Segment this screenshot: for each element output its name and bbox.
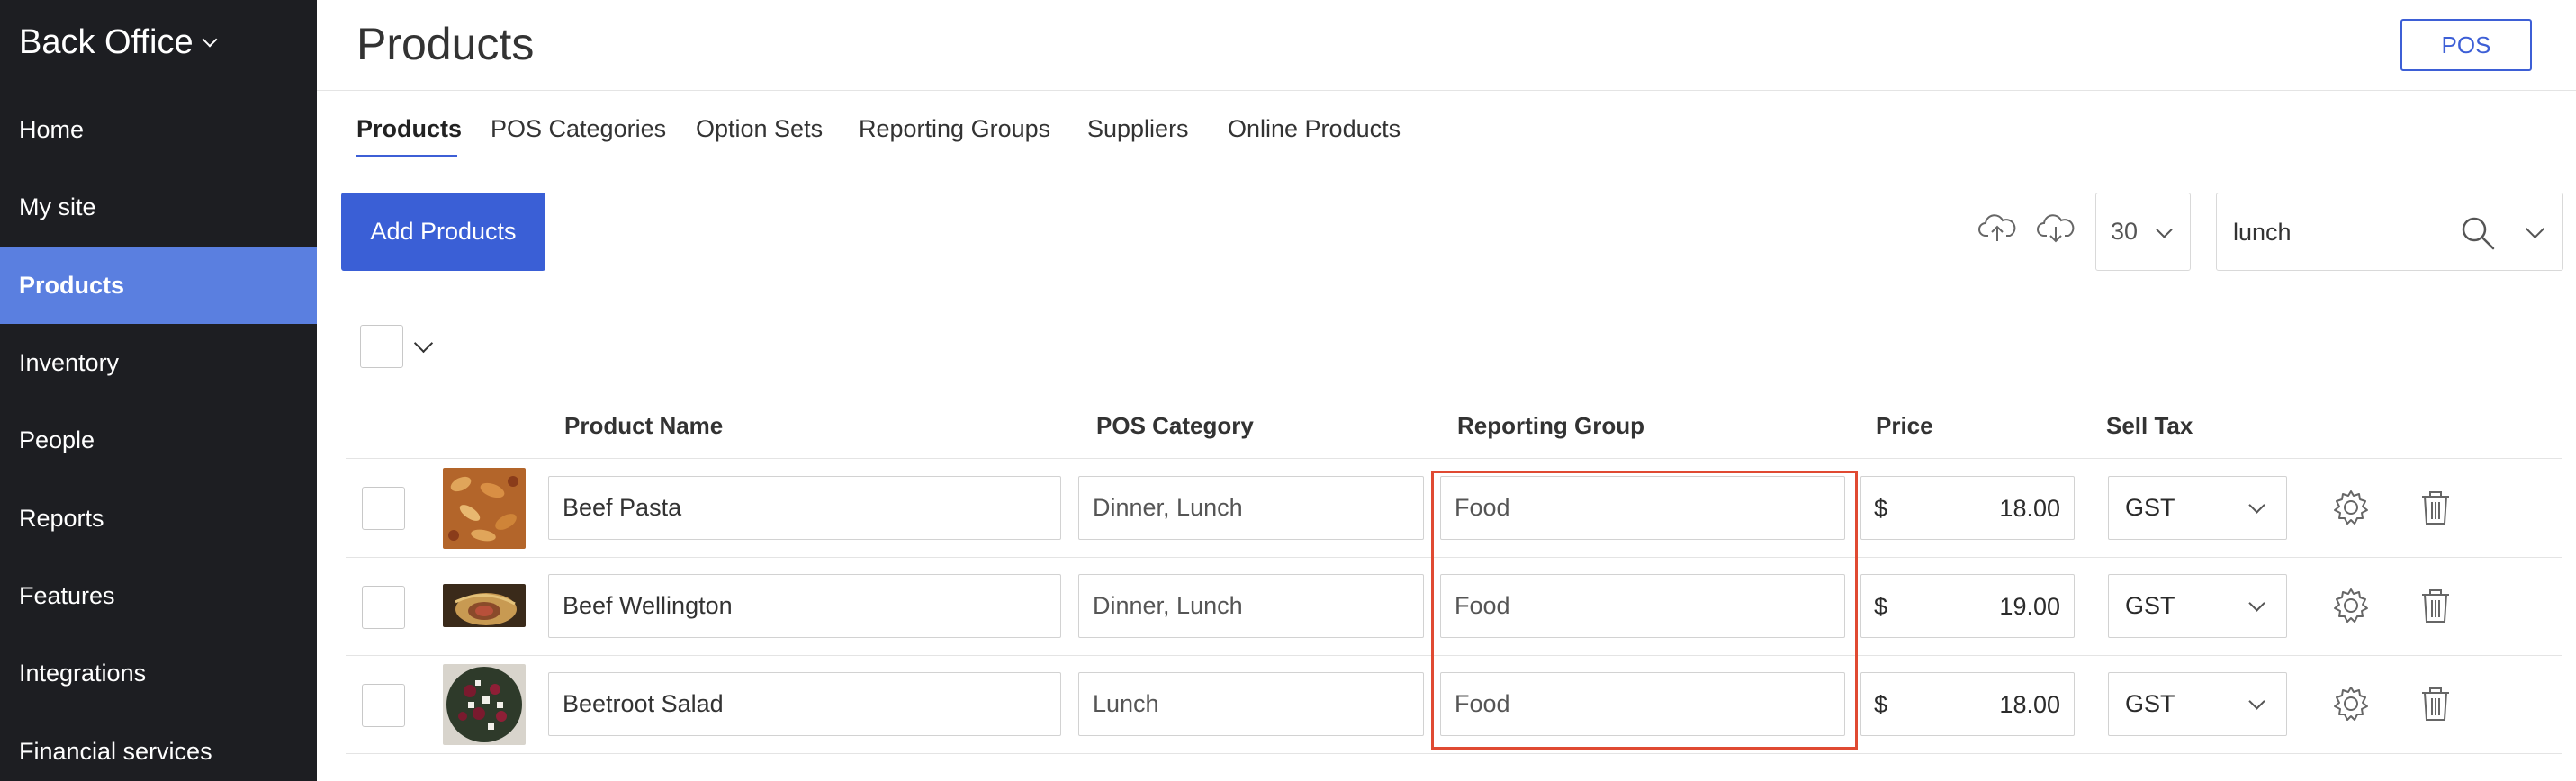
row-checkbox[interactable] bbox=[362, 586, 405, 629]
sidebar-item-home[interactable]: Home bbox=[0, 91, 317, 168]
chevron-down-icon bbox=[2248, 497, 2265, 514]
price-value: 18.00 bbox=[1999, 691, 2060, 718]
currency-symbol: $ bbox=[1874, 495, 1888, 522]
search-icon[interactable] bbox=[2458, 213, 2498, 253]
row-checkbox[interactable] bbox=[362, 684, 405, 727]
product-name-field[interactable]: Beef Pasta bbox=[548, 476, 1061, 540]
sidebar-item-features[interactable]: Features bbox=[0, 557, 317, 634]
search-filter-chevron-icon[interactable] bbox=[2525, 219, 2545, 239]
currency-symbol: $ bbox=[1874, 691, 1888, 718]
active-tab-indicator bbox=[356, 155, 457, 157]
reporting-group-field[interactable]: Food bbox=[1440, 574, 1845, 638]
trash-icon[interactable] bbox=[2416, 684, 2455, 723]
sidebar-item-my-site[interactable]: My site bbox=[0, 168, 317, 246]
trash-icon[interactable] bbox=[2416, 488, 2455, 527]
price-value: 18.00 bbox=[1999, 495, 2060, 522]
currency-symbol: $ bbox=[1874, 593, 1888, 620]
pos-category-field[interactable]: Lunch bbox=[1078, 672, 1424, 736]
product-name-field[interactable]: Beef Wellington bbox=[548, 574, 1061, 638]
page-title: Products bbox=[356, 19, 535, 69]
pos-category-field[interactable]: Dinner, Lunch bbox=[1078, 476, 1424, 540]
per-page-value: 30 bbox=[2111, 218, 2139, 245]
gear-icon[interactable] bbox=[2331, 586, 2371, 625]
trash-icon[interactable] bbox=[2416, 586, 2455, 625]
add-products-button[interactable]: Add Products bbox=[341, 193, 545, 271]
tab-online-products[interactable]: Online Products bbox=[1228, 115, 1401, 143]
search-box bbox=[2216, 193, 2563, 271]
column-header-sell-tax: Sell Tax bbox=[2106, 412, 2193, 439]
price-field[interactable]: $ 18.00 bbox=[1860, 672, 2075, 736]
sell-tax-value: GST bbox=[2125, 690, 2175, 717]
back-office-menu[interactable]: Back Office bbox=[19, 23, 218, 62]
brand-label: Back Office bbox=[19, 23, 194, 61]
column-header-reporting-group: Reporting Group bbox=[1457, 412, 1644, 439]
product-name-field[interactable]: Beetroot Salad bbox=[548, 672, 1061, 736]
table-divider bbox=[346, 458, 2562, 459]
header-divider bbox=[317, 90, 2576, 91]
chevron-down-icon bbox=[2156, 221, 2173, 238]
column-header-product-name: Product Name bbox=[564, 412, 724, 439]
product-thumbnail bbox=[443, 584, 526, 627]
sidebar-item-inventory[interactable]: Inventory bbox=[0, 324, 317, 401]
sidebar-item-people[interactable]: People bbox=[0, 401, 317, 479]
tab-suppliers[interactable]: Suppliers bbox=[1087, 115, 1189, 143]
pos-button[interactable]: POS bbox=[2400, 19, 2532, 71]
sidebar-item-financial-services[interactable]: Financial services bbox=[0, 713, 317, 781]
bulk-actions-chevron-icon[interactable] bbox=[413, 333, 434, 354]
gear-icon[interactable] bbox=[2331, 684, 2371, 723]
sell-tax-value: GST bbox=[2125, 494, 2175, 521]
sidebar-item-products[interactable]: Products bbox=[0, 247, 317, 324]
cloud-download-icon[interactable] bbox=[2036, 209, 2076, 248]
row-checkbox[interactable] bbox=[362, 487, 405, 530]
chevron-down-icon bbox=[202, 31, 218, 47]
row-divider bbox=[346, 557, 2562, 558]
sidebar-item-integrations[interactable]: Integrations bbox=[0, 634, 317, 712]
sell-tax-select[interactable]: GST bbox=[2108, 672, 2287, 736]
reporting-group-field[interactable]: Food bbox=[1440, 672, 1845, 736]
search-input[interactable] bbox=[2233, 211, 2449, 253]
tab-pos-categories[interactable]: POS Categories bbox=[491, 115, 666, 143]
row-divider bbox=[346, 753, 2562, 754]
column-header-price: Price bbox=[1876, 412, 1933, 439]
tab-option-sets[interactable]: Option Sets bbox=[696, 115, 823, 143]
sell-tax-select[interactable]: GST bbox=[2108, 574, 2287, 638]
sidebar: Back Office Home My site Products Invent… bbox=[0, 0, 317, 781]
cloud-upload-icon[interactable] bbox=[1977, 209, 2017, 248]
sell-tax-value: GST bbox=[2125, 592, 2175, 619]
select-all-checkbox[interactable] bbox=[360, 325, 403, 368]
column-header-pos-category: POS Category bbox=[1096, 412, 1254, 439]
gear-icon[interactable] bbox=[2331, 488, 2371, 527]
tab-reporting-groups[interactable]: Reporting Groups bbox=[859, 115, 1050, 143]
reporting-group-field[interactable]: Food bbox=[1440, 476, 1845, 540]
product-thumbnail bbox=[443, 468, 526, 549]
chevron-down-icon bbox=[2248, 595, 2265, 612]
chevron-down-icon bbox=[2248, 693, 2265, 710]
sell-tax-select[interactable]: GST bbox=[2108, 476, 2287, 540]
pos-category-field[interactable]: Dinner, Lunch bbox=[1078, 574, 1424, 638]
price-field[interactable]: $ 19.00 bbox=[1860, 574, 2075, 638]
price-value: 19.00 bbox=[1999, 593, 2060, 620]
sidebar-item-reports[interactable]: Reports bbox=[0, 480, 317, 557]
product-thumbnail bbox=[443, 664, 526, 745]
tab-products[interactable]: Products bbox=[356, 115, 462, 143]
per-page-select[interactable]: 30 bbox=[2095, 193, 2191, 271]
row-divider bbox=[346, 655, 2562, 656]
price-field[interactable]: $ 18.00 bbox=[1860, 476, 2075, 540]
